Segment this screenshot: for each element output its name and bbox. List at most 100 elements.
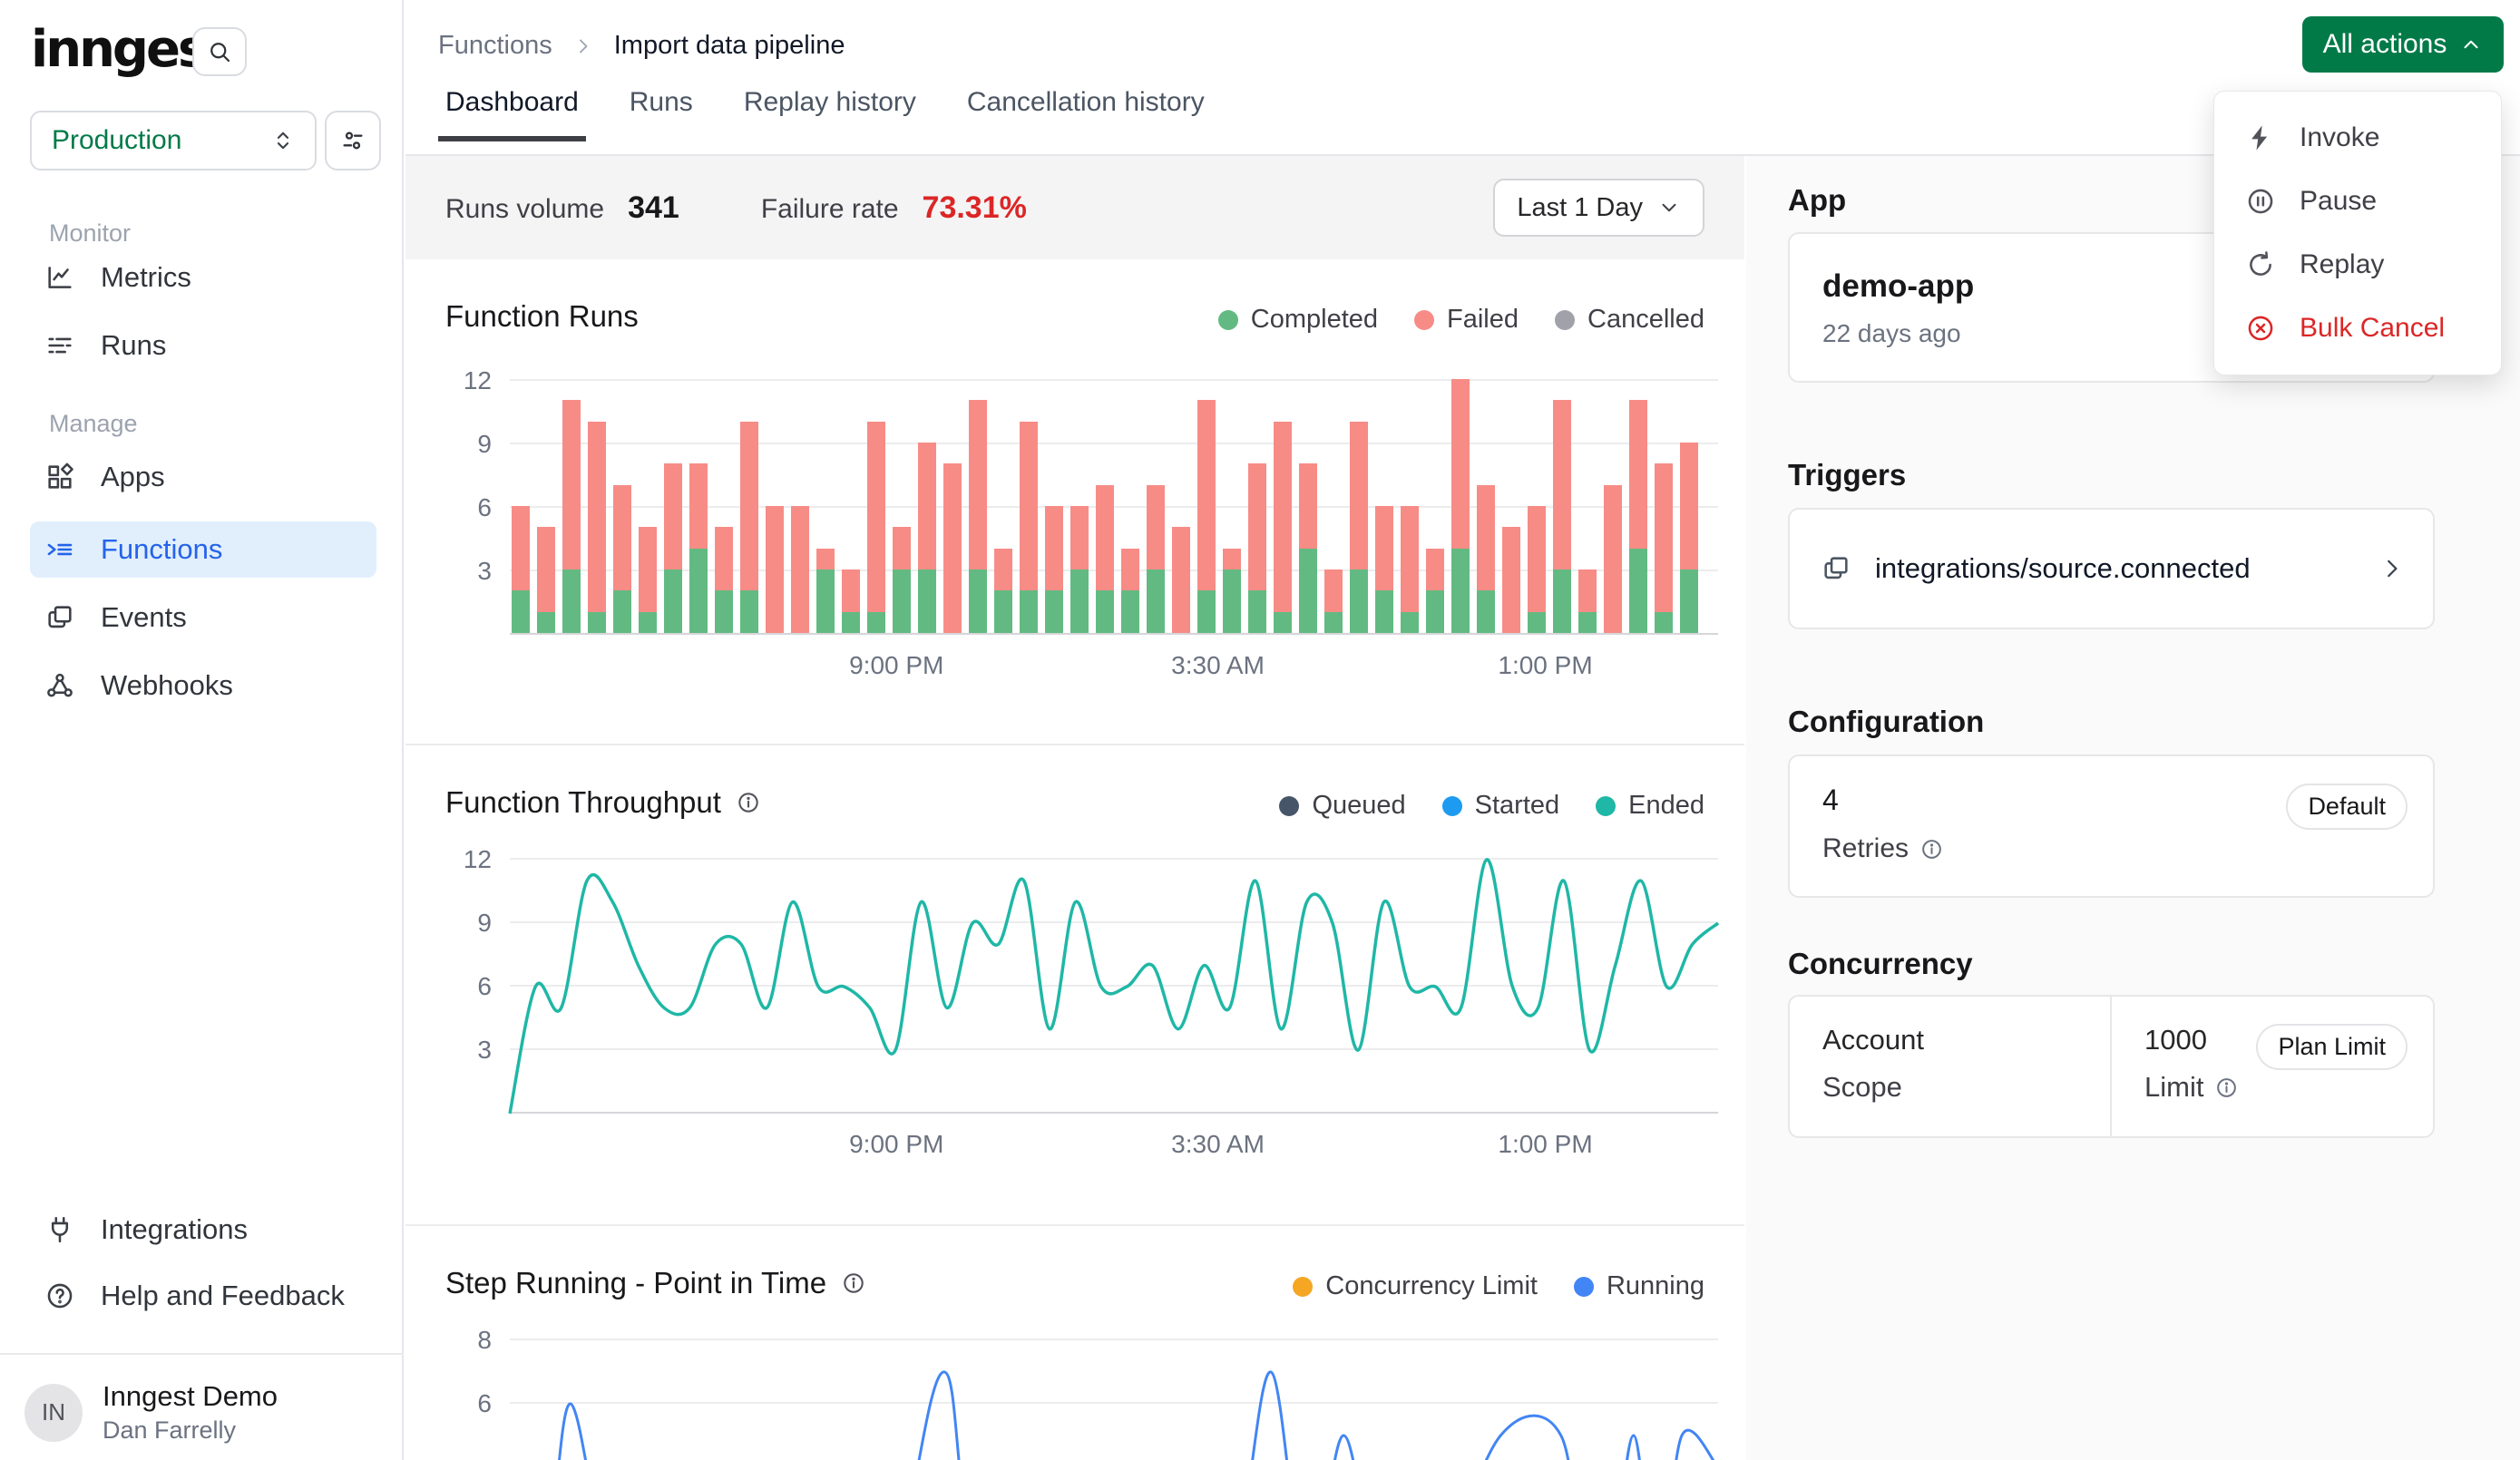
search-icon	[206, 38, 233, 65]
legend-dot	[1555, 310, 1575, 330]
info-icon[interactable]	[841, 1270, 866, 1296]
app-heading: App	[1788, 183, 1846, 218]
chevron-right-icon	[572, 35, 594, 57]
all-actions-menu: Invoke Pause Replay Bulk Cancel	[2213, 91, 2502, 375]
run-bar	[1375, 506, 1393, 633]
gridline	[510, 858, 1718, 860]
nav-section-manage: Manage	[49, 410, 138, 438]
run-bar	[893, 527, 911, 633]
tab-bar: Dashboard Runs Replay history Cancellati…	[445, 87, 1205, 141]
y-tick-label: 6	[444, 493, 492, 522]
menu-item-replay[interactable]: Replay	[2214, 233, 2501, 297]
run-bar	[1451, 379, 1470, 633]
run-bar	[1197, 400, 1216, 633]
step-running-chart: 68	[510, 1335, 1718, 1460]
function-throughput-section: Function Throughput QueuedStartedEnded 3…	[405, 745, 1744, 1226]
sidebar-item-apps[interactable]: Apps	[30, 449, 376, 505]
info-icon[interactable]	[736, 790, 761, 815]
sidebar-item-integrations[interactable]: Integrations	[30, 1202, 376, 1258]
y-tick-label: 12	[444, 845, 492, 874]
functions-icon	[44, 534, 75, 565]
env-settings-button[interactable]	[325, 111, 381, 170]
runs-volume-stat: Runs volume 341	[445, 190, 679, 226]
breadcrumb-current: Import data pipeline	[614, 31, 845, 61]
sidebar-footer-divider	[0, 1353, 404, 1355]
sidebar-item-runs[interactable]: Runs	[30, 317, 376, 374]
select-chevrons-icon	[269, 127, 297, 154]
run-bar	[1477, 485, 1495, 633]
legend-dot	[1414, 310, 1434, 330]
x-tick-label: 3:30 AM	[1171, 1130, 1265, 1159]
run-bar	[1578, 569, 1597, 633]
sidebar-item-help[interactable]: Help and Feedback	[30, 1268, 376, 1324]
sidebar-item-functions[interactable]: Functions	[30, 521, 376, 578]
sidebar-item-metrics[interactable]: Metrics	[30, 249, 376, 306]
run-bar	[1629, 400, 1647, 633]
run-bar	[1401, 506, 1419, 633]
run-bar	[969, 400, 987, 633]
y-tick-label: 8	[444, 1326, 492, 1355]
concurrency-scope-value: Account	[1822, 1024, 2110, 1056]
nav-section-monitor: Monitor	[49, 219, 131, 248]
pause-icon	[2245, 186, 2276, 217]
run-bar	[842, 569, 860, 633]
replay-icon	[2245, 249, 2276, 280]
x-tick-label: 1:00 PM	[1498, 1130, 1592, 1159]
user-menu[interactable]: IN Inngest Demo Dan Farrelly	[24, 1380, 278, 1445]
avatar: IN	[24, 1384, 83, 1442]
x-tick-label: 9:00 PM	[849, 651, 943, 680]
menu-item-invoke[interactable]: Invoke	[2214, 106, 2501, 170]
menu-item-bulk-cancel[interactable]: Bulk Cancel	[2214, 297, 2501, 360]
y-tick-label: 9	[444, 430, 492, 459]
failure-rate-stat: Failure rate 73.31%	[761, 190, 1027, 226]
tab-cancellation-history[interactable]: Cancellation history	[967, 87, 1205, 141]
run-bar	[715, 527, 733, 633]
run-bar	[537, 527, 555, 633]
run-bar	[1147, 485, 1165, 633]
run-bar	[1248, 463, 1266, 633]
stats-bar: Runs volume 341 Failure rate 73.31% Last…	[405, 156, 1744, 259]
tab-replay-history[interactable]: Replay history	[744, 87, 916, 141]
function-runs-chart: 369129:00 PM3:30 AM1:00 PM	[510, 381, 1718, 635]
run-bar	[1096, 485, 1114, 633]
failure-rate-value: 73.31%	[923, 190, 1027, 226]
events-icon	[44, 602, 75, 633]
info-icon[interactable]	[2214, 1076, 2239, 1100]
integrations-plug-icon	[44, 1214, 75, 1245]
y-tick-label: 6	[444, 1389, 492, 1418]
breadcrumb-functions[interactable]: Functions	[438, 31, 552, 61]
trigger-row[interactable]: integrations/source.connected	[1788, 508, 2435, 629]
run-bar	[664, 463, 682, 633]
retries-label: Retries	[1822, 833, 1909, 864]
sidebar-item-events[interactable]: Events	[30, 589, 376, 646]
environment-select[interactable]: Production	[30, 111, 317, 170]
all-actions-button[interactable]: All actions	[2302, 16, 2504, 73]
run-bar	[1045, 506, 1063, 633]
time-range-select[interactable]: Last 1 Day	[1493, 179, 1704, 237]
concurrency-card: Account Scope 1000 Limit Plan Limit	[1788, 995, 2435, 1138]
tab-dashboard[interactable]: Dashboard	[445, 87, 579, 141]
bars	[512, 379, 1718, 633]
function-runs-legend: CompletedFailedCancelled	[1218, 305, 1704, 335]
trigger-event-name: integrations/source.connected	[1875, 552, 2251, 585]
run-bar	[588, 422, 606, 633]
menu-item-pause[interactable]: Pause	[2214, 170, 2501, 233]
page-header: Functions Import data pipeline Dashboard…	[405, 0, 2520, 156]
step-running-legend: Concurrency LimitRunning	[1293, 1271, 1704, 1301]
tab-runs[interactable]: Runs	[630, 87, 693, 141]
run-bar	[1020, 422, 1038, 633]
environment-value: Production	[52, 125, 181, 156]
run-bar	[1502, 527, 1520, 633]
legend-dot	[1574, 1277, 1594, 1297]
sidebar: inngest Production Monitor Metrics Runs …	[0, 0, 404, 1460]
search-button[interactable]	[192, 27, 247, 76]
y-tick-label: 3	[444, 1036, 492, 1065]
legend-item: Queued	[1279, 791, 1405, 821]
step-running-section: Step Running - Point in Time Concurrency…	[405, 1226, 1744, 1460]
x-tick-label: 9:00 PM	[849, 1130, 943, 1159]
info-icon[interactable]	[1919, 837, 1944, 861]
legend-item: Concurrency Limit	[1293, 1271, 1538, 1301]
y-tick-label: 3	[444, 557, 492, 586]
sidebar-item-webhooks[interactable]: Webhooks	[30, 657, 376, 714]
run-bar	[943, 463, 962, 633]
